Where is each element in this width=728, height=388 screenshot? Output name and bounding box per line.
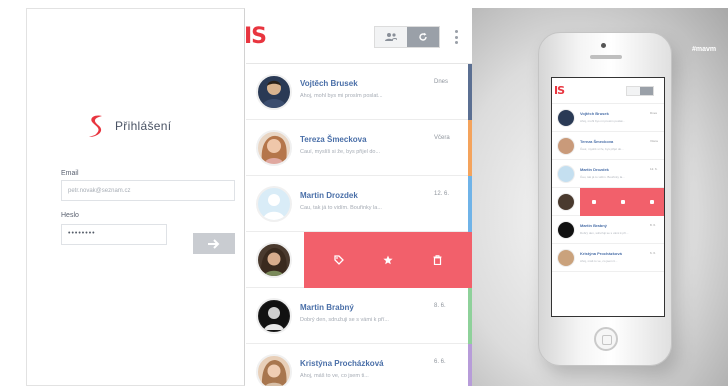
mini-contact-name: Martin Brabný <box>580 223 607 228</box>
list-item[interactable]: Martin Drozdek Čau, tak já to vidím. Bou… <box>246 176 472 232</box>
view-toggle <box>374 26 440 48</box>
login-header: Přihlášení <box>85 113 171 139</box>
home-button <box>594 327 618 351</box>
mini-message-date: 8. 6. <box>650 223 656 227</box>
swipe-actions <box>304 232 472 288</box>
contact-name: Vojtěch Brusek <box>300 79 358 88</box>
mini-list-item: Martin Brabný Dobrý den, sdružuji se s v… <box>552 216 664 244</box>
mini-message-date: 12. 6. <box>650 167 658 171</box>
mini-avatar <box>557 221 575 239</box>
message-preview: Dobrý den, sdružuji se s vámi k pří... <box>300 317 389 323</box>
login-panel: Přihlášení Email petr.novak@seznam.cz He… <box>26 8 245 386</box>
contacts-button[interactable] <box>375 27 407 47</box>
avatar <box>256 298 292 334</box>
star-button[interactable] <box>381 253 395 267</box>
camera-icon <box>601 43 606 48</box>
message-preview: Ahoj, máš to ve, co jsem ti... <box>300 373 369 379</box>
avatar <box>256 354 292 386</box>
mini-avatar <box>557 193 575 211</box>
mini-message-preview: Ahoj, máš to ve, co jsem ti... <box>580 259 618 263</box>
contact-name: Kristýna Procházková <box>300 359 384 368</box>
mini-contact-name: Tereza Šmeckova <box>580 139 614 144</box>
mini-avatar <box>557 165 575 183</box>
mini-list-item: Vojtěch Brusek Ahoj, mohl bys mi prosím … <box>552 104 664 132</box>
mini-swipe-actions <box>580 188 664 216</box>
avatar <box>256 130 292 166</box>
message-date: Dnes <box>434 79 449 85</box>
mini-message-date: Dnes <box>650 111 658 115</box>
contact-name: Martin Drozdek <box>300 191 358 200</box>
list-item[interactable]: Martin Brabný Dobrý den, sdružuji se s v… <box>246 288 472 344</box>
contact-name: Martin Brabný <box>300 303 354 312</box>
list-item[interactable]: Vojtěch Brusek Ahoj, mohl bys mi prosím … <box>246 64 472 120</box>
phone-showcase: #mavm IS Vojtěch Brusek Ahoj, mohl bys m… <box>472 8 728 386</box>
message-date: 6. 6. <box>434 359 446 365</box>
speaker-grille <box>590 55 622 59</box>
phone-mockup: IS Vojtěch Brusek Ahoj, mohl bys mi pros… <box>538 32 672 366</box>
mini-message-preview: Čauí, myslíš si že, bys přijel do... <box>580 147 624 151</box>
message-preview: Čauí, myslíš si že, bys přijel do... <box>300 149 381 155</box>
mini-avatar <box>557 109 575 127</box>
mini-message-preview: Ahoj, mohl bys mi prosím poslat... <box>580 119 626 123</box>
tag-button[interactable] <box>332 253 346 267</box>
star-icon <box>383 255 393 265</box>
email-label: Email <box>61 170 79 177</box>
refresh-icon <box>419 32 427 41</box>
message-preview: Čau, tak já to vidím. Bouřinky la... <box>300 205 382 211</box>
login-title: Přihlášení <box>115 119 172 133</box>
mini-contact-name: Vojtěch Brusek <box>580 111 609 116</box>
list-item[interactable]: Tereza Šmeckova Čauí, myslíš si že, bys … <box>246 120 472 176</box>
tag-icon <box>334 255 344 265</box>
login-submit-button[interactable] <box>193 233 235 254</box>
mini-message-preview: Čau, tak já to vidím. Bouřinky la... <box>580 175 625 179</box>
brand-logo: IS <box>246 24 267 49</box>
phone-screen: IS Vojtěch Brusek Ahoj, mohl bys mi pros… <box>551 77 665 317</box>
mini-view-toggle <box>626 86 654 96</box>
arrow-right-icon <box>208 238 220 249</box>
password-field[interactable]: •••••••• <box>61 224 167 245</box>
avatar <box>256 74 292 110</box>
trash-icon <box>433 255 442 265</box>
email-field[interactable]: petr.novak@seznam.cz <box>61 180 235 201</box>
mini-list-item: Tereza Šmeckova Čauí, myslíš si že, bys … <box>552 132 664 160</box>
mini-message-date: Včera <box>650 139 658 143</box>
message-date: 12. 6. <box>434 191 450 197</box>
mini-contact-name: Martin Drozdek <box>580 167 609 172</box>
message-preview: Ahoj, mohl bys mi prosím poslat... <box>300 93 383 99</box>
contacts-icon <box>385 33 397 41</box>
avatar <box>256 242 292 278</box>
mini-list-item-swiped <box>552 188 664 216</box>
message-list-panel: IS Vojtěch Brusek Ahoj, mohl bys mi pros… <box>246 8 472 386</box>
s-logo-icon <box>89 115 102 137</box>
mini-header: IS <box>552 78 664 104</box>
mini-contact-name: Kristýna Procházková <box>580 251 622 256</box>
refresh-button[interactable] <box>407 27 439 47</box>
list-header: IS <box>246 8 472 64</box>
avatar <box>256 186 292 222</box>
mini-message-preview: Dobrý den, sdružuji se s vámi k pří... <box>580 231 629 235</box>
list-item[interactable]: Kristýna Procházková Ahoj, máš to ve, co… <box>246 344 472 386</box>
message-date: 8. 6. <box>434 303 446 309</box>
hashtag-label: #mavm <box>692 46 717 53</box>
mini-list-item: Kristýna Procházková Ahoj, máš to ve, co… <box>552 244 664 272</box>
mini-message-date: 6. 6. <box>650 251 656 255</box>
list-item-swiped[interactable] <box>246 232 472 288</box>
delete-button[interactable] <box>430 253 444 267</box>
mini-brand-logo: IS <box>554 84 565 97</box>
password-label: Heslo <box>61 212 79 219</box>
more-menu-icon[interactable] <box>452 26 460 48</box>
mini-list-item: Martin Drozdek Čau, tak já to vidím. Bou… <box>552 160 664 188</box>
message-date: Včera <box>434 135 450 141</box>
mini-avatar <box>557 249 575 267</box>
mini-avatar <box>557 137 575 155</box>
contact-name: Tereza Šmeckova <box>300 135 367 144</box>
